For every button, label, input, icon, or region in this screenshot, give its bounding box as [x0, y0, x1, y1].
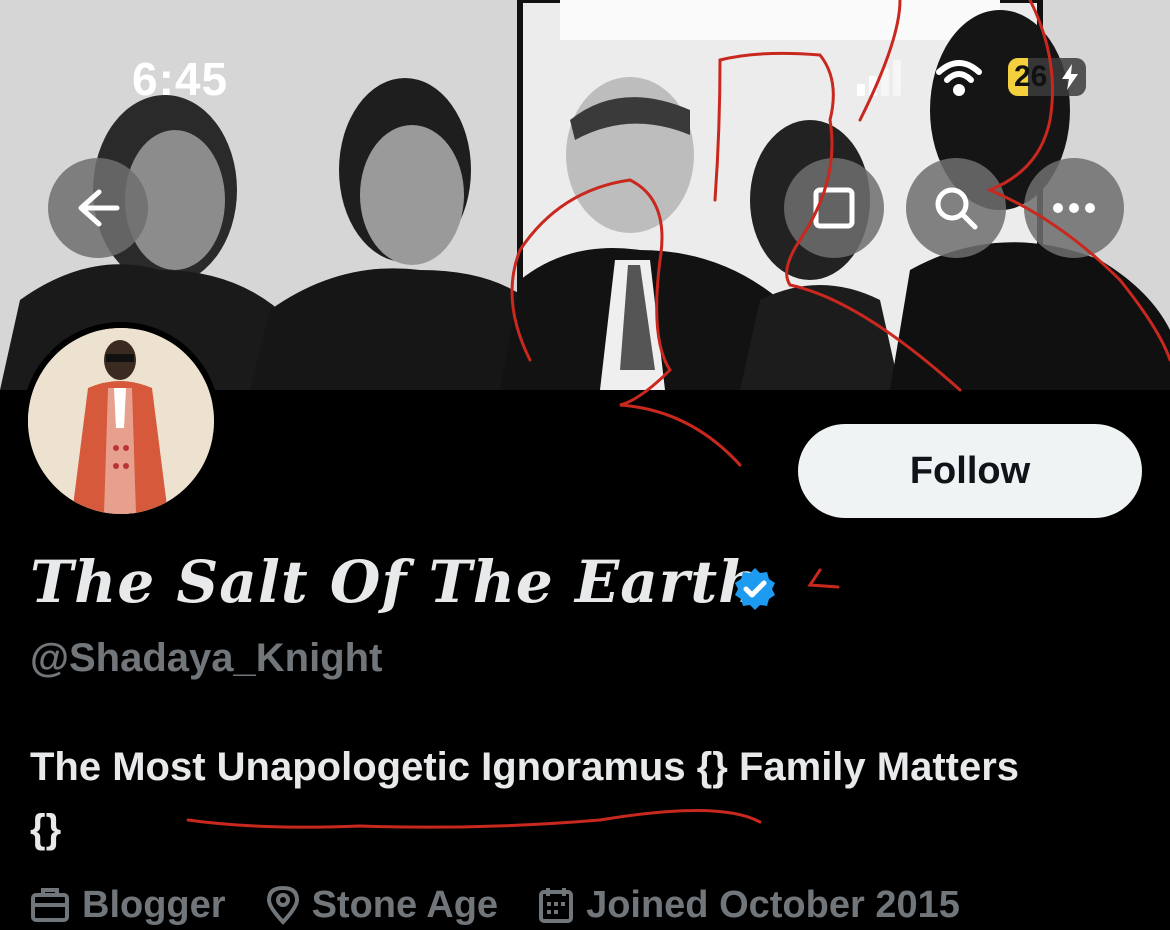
profile-bio: The Most Unapologetic Ignoramus {} Famil…	[30, 745, 1020, 851]
status-time: 6:45	[132, 53, 229, 105]
signal-icon	[857, 60, 901, 96]
meta-location-text: Stone Age	[311, 883, 499, 926]
square-button[interactable]	[784, 158, 884, 258]
wifi-icon	[936, 60, 982, 96]
charging-bolt-icon	[1062, 64, 1078, 90]
battery-label: 26	[1014, 60, 1048, 93]
profile-handle: @Shadaya_Knight	[30, 636, 383, 680]
calendar-icon	[539, 888, 574, 923]
briefcase-icon	[31, 888, 69, 922]
profile-meta: Blogger Stone Age Joined October 2015	[30, 880, 1000, 930]
more-button[interactable]	[1024, 158, 1124, 258]
meta-occupation-text: Blogger	[82, 883, 226, 926]
back-arrow-icon	[78, 189, 120, 227]
meta-joined-text: Joined October 2015	[586, 883, 960, 926]
square-icon	[813, 187, 855, 229]
search-icon	[935, 187, 978, 230]
follow-button[interactable]: Follow	[798, 424, 1142, 518]
avatar-image	[28, 328, 214, 514]
meta-location: Stone Age	[266, 883, 499, 927]
meta-joined: Joined October 2015	[538, 884, 960, 927]
meta-occupation: Blogger	[30, 884, 226, 927]
avatar[interactable]	[22, 322, 220, 520]
battery-charging-icon: 26	[1008, 58, 1086, 96]
search-button[interactable]	[906, 158, 1006, 258]
verified-badge-icon[interactable]	[732, 566, 778, 612]
display-name: The Salt Of The Earth	[30, 548, 762, 616]
location-pin-icon	[266, 885, 299, 925]
back-button[interactable]	[48, 158, 148, 258]
more-icon	[1053, 203, 1095, 213]
